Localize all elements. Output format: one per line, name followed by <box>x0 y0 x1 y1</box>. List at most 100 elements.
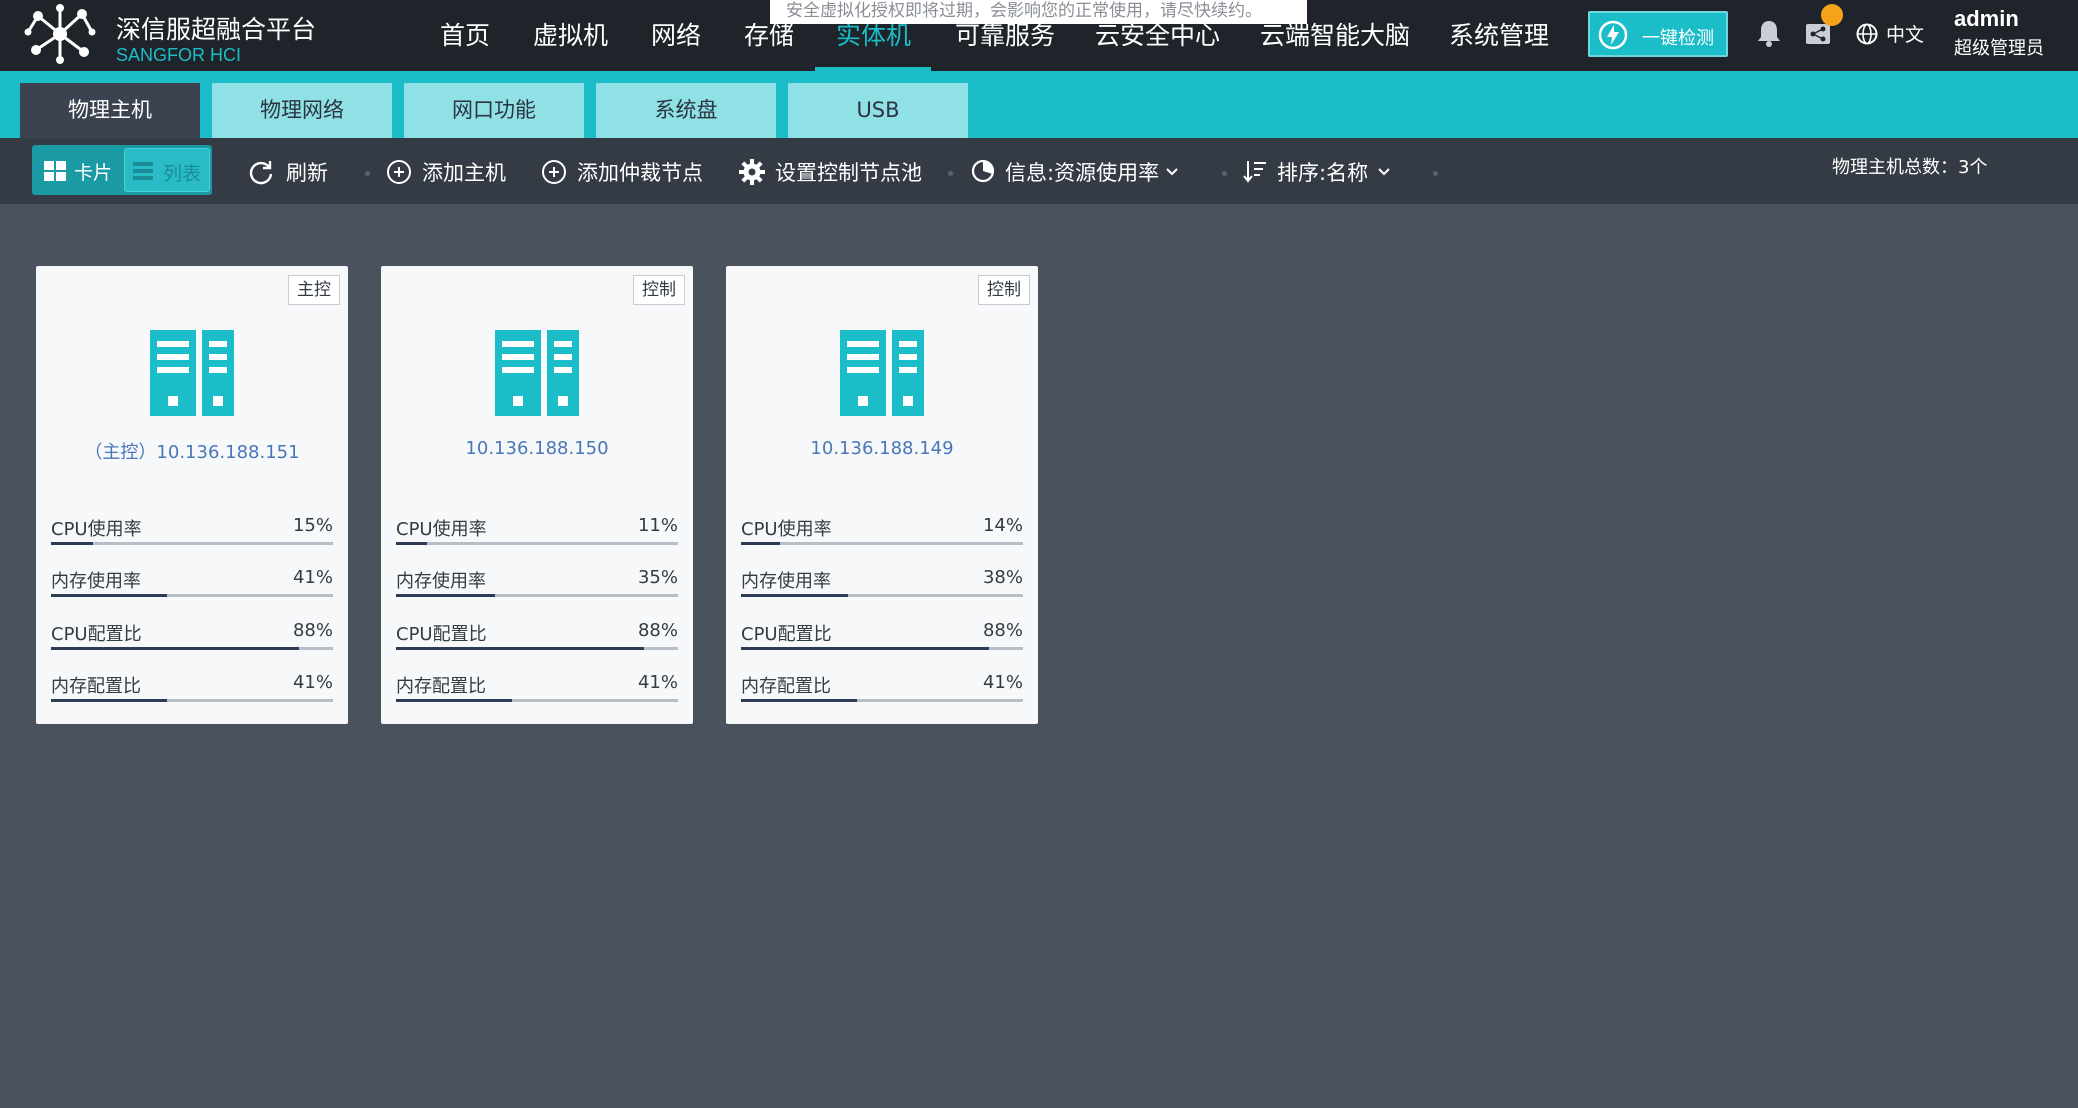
tab-port-function[interactable]: 网口功能 <box>404 83 584 138</box>
metric-progress-track <box>741 699 1023 702</box>
metric-progress-fill <box>51 594 167 597</box>
metric-label: 内存配置比 <box>51 676 141 697</box>
toolbar-separator <box>948 171 953 176</box>
metric-progress-track <box>741 542 1023 545</box>
top-header: 深信服超融合平台 SANGFOR HCI 首页 虚拟机 网络 存储 实体机 可靠… <box>0 0 2078 71</box>
detect-icon <box>1598 20 1628 50</box>
sort-dropdown[interactable]: 排序:名称 <box>1243 157 1398 187</box>
info-label: 信息:资源使用率 <box>1005 161 1160 185</box>
list-view-label: 列表 <box>163 163 202 185</box>
metric-progress-fill <box>741 542 781 545</box>
metric-progress-track <box>741 594 1023 597</box>
sort-label: 排序:名称 <box>1277 161 1369 185</box>
metric-progress-track <box>396 699 678 702</box>
metric-progress-fill <box>396 594 495 597</box>
metric-value: 38% <box>982 567 1023 588</box>
metric-label: 内存使用率 <box>51 571 141 592</box>
metric-label: CPU配置比 <box>741 624 832 645</box>
nav-home[interactable]: 首页 <box>440 16 490 52</box>
refresh-label: 刷新 <box>286 161 328 185</box>
host-name-link[interactable]: 10.136.188.149 <box>726 438 1038 459</box>
server-icon <box>150 330 234 416</box>
add-host-button[interactable]: 添加主机 <box>386 157 516 187</box>
license-notice: 安全虚拟化授权即将过期，会影响您的正常使用，请尽快续约。 <box>770 0 1307 24</box>
user-name[interactable]: admin <box>1954 6 2019 32</box>
host-card[interactable]: 控制 10.136.188.150 CPU使用率 11% 内存使用率 35% CPU配置比 8… <box>381 266 693 724</box>
metric-progress-track <box>396 647 678 650</box>
sub-tabs: 物理主机 物理网络 网口功能 系统盘 USB <box>0 71 2078 138</box>
metric-label: CPU使用率 <box>396 519 487 540</box>
metric-progress-fill <box>51 647 300 650</box>
host-card[interactable]: 控制 10.136.188.149 CPU使用率 14% 内存使用率 38% CPU配置比 8… <box>726 266 1038 724</box>
add-circle-icon <box>387 160 411 184</box>
metric-label: CPU配置比 <box>51 624 142 645</box>
metric-label: 内存使用率 <box>741 571 831 592</box>
metric-value: 11% <box>637 515 678 536</box>
metric-row: 内存配置比 41% <box>396 672 678 716</box>
metric-progress-track <box>51 699 333 702</box>
metric-row: CPU配置比 88% <box>396 620 678 664</box>
metric-row: CPU使用率 14% <box>741 515 1023 559</box>
sangfor-logo-icon <box>24 4 96 64</box>
language-label: 中文 <box>1886 24 1925 46</box>
metric-progress-fill <box>741 647 990 650</box>
server-icon <box>495 330 579 416</box>
metric-progress-track <box>51 594 333 597</box>
host-card[interactable]: 主控 （主控）10.136.188.151 CPU使用率 15% 内存使用率 41% CPU… <box>36 266 348 724</box>
add-arbiter-button[interactable]: 添加仲裁节点 <box>541 157 711 187</box>
metric-row: 内存配置比 41% <box>51 672 333 716</box>
metric-progress-track <box>741 647 1023 650</box>
add-arbiter-label: 添加仲裁节点 <box>577 161 703 185</box>
metric-row: CPU配置比 88% <box>51 620 333 664</box>
info-dropdown[interactable]: 信息:资源使用率 <box>971 157 1181 187</box>
metric-value: 88% <box>982 620 1023 641</box>
tab-usb[interactable]: USB <box>788 83 968 138</box>
notification-badge <box>1821 4 1843 26</box>
metric-value: 41% <box>292 672 333 693</box>
toolbar: 卡片 列表 刷新 添加主机 添加仲裁节点 设置控制节点池 信息:资源使用率 排序… <box>0 138 2078 204</box>
metric-row: 内存配置比 41% <box>741 672 1023 716</box>
tab-system-disk[interactable]: 系统盘 <box>596 83 776 138</box>
metric-value: 41% <box>637 672 678 693</box>
host-name-link[interactable]: （主控）10.136.188.151 <box>36 438 348 464</box>
metric-label: CPU使用率 <box>741 519 832 540</box>
one-click-detect-button[interactable]: 一键检测 <box>1588 11 1728 57</box>
card-view-label: 卡片 <box>74 162 113 184</box>
metric-label: 内存配置比 <box>741 676 831 697</box>
toolbar-separator <box>1433 171 1438 176</box>
metric-progress-fill <box>51 542 94 545</box>
tab-physical-host[interactable]: 物理主机 <box>20 83 200 138</box>
role-tag: 控制 <box>633 275 685 305</box>
metric-value: 88% <box>637 620 678 641</box>
host-name-link[interactable]: 10.136.188.150 <box>381 438 693 459</box>
card-view-button[interactable]: 卡片 <box>36 150 116 190</box>
metric-progress-fill <box>741 699 857 702</box>
metric-progress-track <box>396 594 678 597</box>
nav-network[interactable]: 网络 <box>651 16 701 52</box>
host-total-count: 物理主机总数：3个 <box>1832 157 1988 178</box>
refresh-button[interactable]: 刷新 <box>248 157 338 187</box>
toolbar-separator <box>1222 171 1227 176</box>
metric-value: 15% <box>292 515 333 536</box>
metric-progress-fill <box>396 647 645 650</box>
metric-row: 内存使用率 41% <box>51 567 333 611</box>
set-control-pool-button[interactable]: 设置控制节点池 <box>739 157 929 187</box>
metric-row: CPU配置比 88% <box>741 620 1023 664</box>
metric-progress-track <box>396 542 678 545</box>
list-view-button[interactable]: 列表 <box>124 148 210 192</box>
metric-value: 41% <box>292 567 333 588</box>
bell-icon[interactable] <box>1755 18 1783 48</box>
user-role: 超级管理员 <box>1954 38 2044 59</box>
grid-icon <box>44 161 66 181</box>
toolbar-separator <box>365 171 370 176</box>
nav-system[interactable]: 系统管理 <box>1449 16 1549 52</box>
sort-icon <box>1243 161 1266 183</box>
metric-progress-track <box>51 542 333 545</box>
metric-progress-fill <box>396 542 428 545</box>
list-icon <box>133 162 153 180</box>
tab-physical-network[interactable]: 物理网络 <box>212 83 392 138</box>
nav-vm[interactable]: 虚拟机 <box>533 16 608 52</box>
brand-subtitle: SANGFOR HCI <box>116 45 242 65</box>
role-tag: 控制 <box>978 275 1030 305</box>
metric-label: 内存配置比 <box>396 676 486 697</box>
